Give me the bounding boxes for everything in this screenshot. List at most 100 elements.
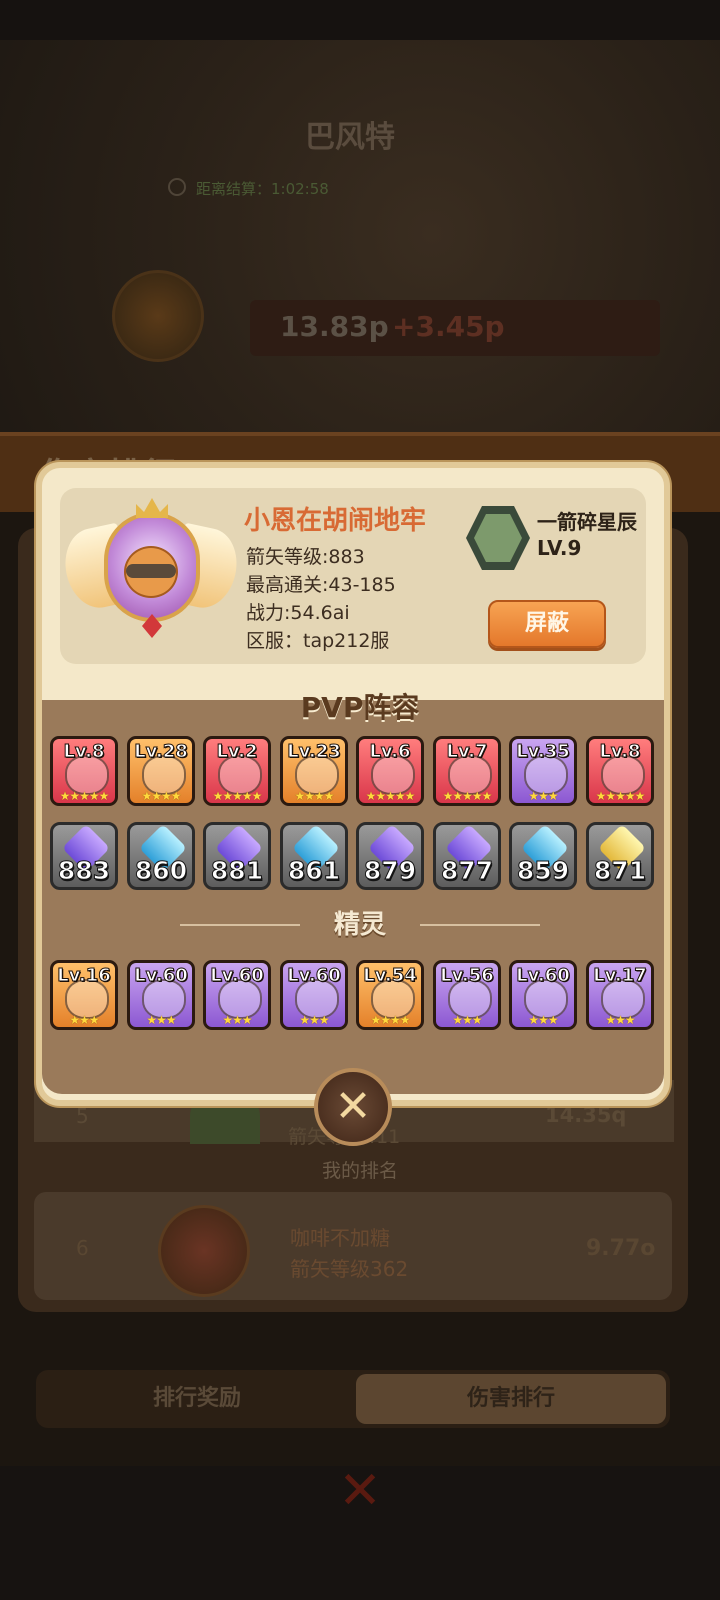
boss-timer: 距离结算：1:02:58: [196, 180, 329, 198]
hero-row: Lv.8 ★★★★★ Lv.28 ★★★★ Lv.2 ★★★★★ Lv.23 ★★★★ Lv.6…: [50, 736, 660, 810]
hero-card[interactable]: Lv.8 ★★★★★: [586, 736, 654, 806]
sprite-level: Lv.60: [516, 965, 571, 987]
my-rank-name: 咖啡不加糖: [290, 1226, 390, 1250]
sprite-title: 精灵: [333, 910, 386, 940]
my-rank-damage-value: 9.77o: [586, 1236, 656, 1261]
weapon-level: 859: [516, 856, 570, 886]
close-icon: ✕: [334, 1081, 372, 1132]
tab-ranking-rewards[interactable]: 排行奖励: [40, 1374, 354, 1424]
hero-card[interactable]: Lv.2 ★★★★★: [203, 736, 271, 806]
weapon-level: 883: [57, 856, 111, 886]
close-icon[interactable]: ✕: [320, 1456, 400, 1526]
sprite-level: Lv.60: [134, 965, 189, 987]
star-rating-icon: ★★★: [299, 1013, 329, 1027]
avatar: [58, 498, 244, 648]
rank-damage-value: 14.35q: [545, 1103, 627, 1127]
player-name: 小恩在胡闹地牢: [244, 506, 427, 536]
close-popup-button[interactable]: ✕: [314, 1068, 392, 1146]
hero-card[interactable]: Lv.8 ★★★★★: [50, 736, 118, 806]
sprite-card[interactable]: Lv.60 ★★★: [280, 960, 348, 1030]
star-rating-icon: ★★★: [452, 1013, 482, 1027]
title-level: LV.9: [537, 536, 582, 560]
hero-card[interactable]: Lv.28 ★★★★: [127, 736, 195, 806]
sprite-card[interactable]: Lv.56 ★★★: [433, 960, 501, 1030]
star-rating-icon: ★★★: [69, 1013, 99, 1027]
weapon-card[interactable]: 879: [356, 822, 424, 890]
sprite-card[interactable]: Lv.60 ★★★: [203, 960, 271, 1030]
hero-level: Lv.2: [216, 741, 258, 763]
star-rating-icon: ★★★★★: [365, 789, 416, 803]
my-rank-number: 6: [76, 1236, 89, 1260]
star-rating-icon: ★★★: [605, 1013, 635, 1027]
star-rating-icon: ★★★: [146, 1013, 176, 1027]
weapon-row: 883 860 881 861 879 877 859 871: [50, 822, 660, 896]
tab-damage-ranking[interactable]: 伤害排行: [356, 1374, 666, 1424]
weapon-card[interactable]: 861: [280, 822, 348, 890]
sprite-level: Lv.16: [57, 965, 112, 987]
weapon-level: 861: [287, 856, 341, 886]
hero-level: Lv.35: [516, 741, 571, 763]
hero-level: Lv.23: [287, 741, 342, 763]
sprite-level: Lv.60: [287, 965, 342, 987]
sprite-level: Lv.17: [593, 965, 648, 987]
boss-name: 巴风特: [305, 120, 395, 155]
weapon-card[interactable]: 860: [127, 822, 195, 890]
weapon-level: 860: [134, 856, 188, 886]
block-button[interactable]: 屏蔽: [488, 600, 606, 648]
weapon-card[interactable]: 877: [433, 822, 501, 890]
crossed-swords-icon: [112, 270, 204, 362]
weapon-card[interactable]: 883: [50, 822, 118, 890]
boss-banner: [0, 40, 720, 470]
sprite-card[interactable]: Lv.60 ★★★: [509, 960, 577, 1030]
star-rating-icon: ★★★: [528, 789, 558, 803]
hero-card[interactable]: Lv.35 ★★★: [509, 736, 577, 806]
sprite-level: Lv.60: [210, 965, 265, 987]
weapon-level: 881: [210, 856, 264, 886]
my-rank-arrow-level: 箭矢等级362: [290, 1257, 409, 1281]
hero-level: Lv.28: [134, 741, 189, 763]
goggles-icon: [126, 564, 176, 578]
combat-power: 战力:54.6ai: [246, 602, 350, 624]
star-rating-icon: ★★★★★: [212, 789, 263, 803]
sprite-level: Lv.54: [363, 965, 418, 987]
hero-level: Lv.8: [599, 741, 641, 763]
star-rating-icon: ★★★★★: [59, 789, 110, 803]
pvp-lineup-title: PVP阵容: [300, 691, 420, 724]
weapon-card[interactable]: 881: [203, 822, 271, 890]
hero-card[interactable]: Lv.23 ★★★★: [280, 736, 348, 806]
clock-icon: [168, 178, 186, 196]
crown-icon: [136, 498, 168, 518]
sprite-card[interactable]: Lv.16 ★★★: [50, 960, 118, 1030]
boss-hp-increase: +3.45p: [392, 310, 505, 343]
weapon-level: 877: [440, 856, 494, 886]
ranking-tabs: 排行奖励 伤害排行: [36, 1370, 670, 1428]
arrow-level: 箭矢等级:883: [246, 546, 365, 568]
hero-level: Lv.7: [446, 741, 488, 763]
sprite-card[interactable]: Lv.17 ★★★: [586, 960, 654, 1030]
weapon-card[interactable]: 859: [509, 822, 577, 890]
title-name: 一箭碎星辰: [537, 510, 637, 534]
star-rating-icon: ★★★: [528, 1013, 558, 1027]
boss-hp-value: 13.83p: [280, 310, 389, 343]
hero-level: Lv.8: [63, 741, 105, 763]
sprite-level: Lv.56: [440, 965, 495, 987]
star-rating-icon: ★★★: [222, 1013, 252, 1027]
star-rating-icon: ★★★★: [294, 789, 334, 803]
my-rank-label: 我的排名: [321, 1160, 398, 1182]
star-rating-icon: ★★★★★: [595, 789, 646, 803]
sprite-row: Lv.16 ★★★ Lv.60 ★★★ Lv.60 ★★★ Lv.60 ★★★ Lv.54 ★★★…: [50, 960, 660, 1034]
server: 区服：tap212服: [246, 630, 390, 652]
sprite-card[interactable]: Lv.60 ★★★: [127, 960, 195, 1030]
status-bar: [0, 0, 720, 40]
star-rating-icon: ★★★★: [370, 1013, 410, 1027]
weapon-level: 879: [363, 856, 417, 886]
rank-number: 5: [76, 1104, 89, 1128]
hero-card[interactable]: Lv.7 ★★★★★: [433, 736, 501, 806]
star-rating-icon: ★★★★★: [442, 789, 493, 803]
hero-level: Lv.6: [369, 741, 411, 763]
weapon-card[interactable]: 871: [586, 822, 654, 890]
hero-card[interactable]: Lv.6 ★★★★★: [356, 736, 424, 806]
sprite-card[interactable]: Lv.54 ★★★★: [356, 960, 424, 1030]
best-stage: 最高通关:43-185: [246, 574, 396, 596]
avatar: [158, 1205, 250, 1297]
